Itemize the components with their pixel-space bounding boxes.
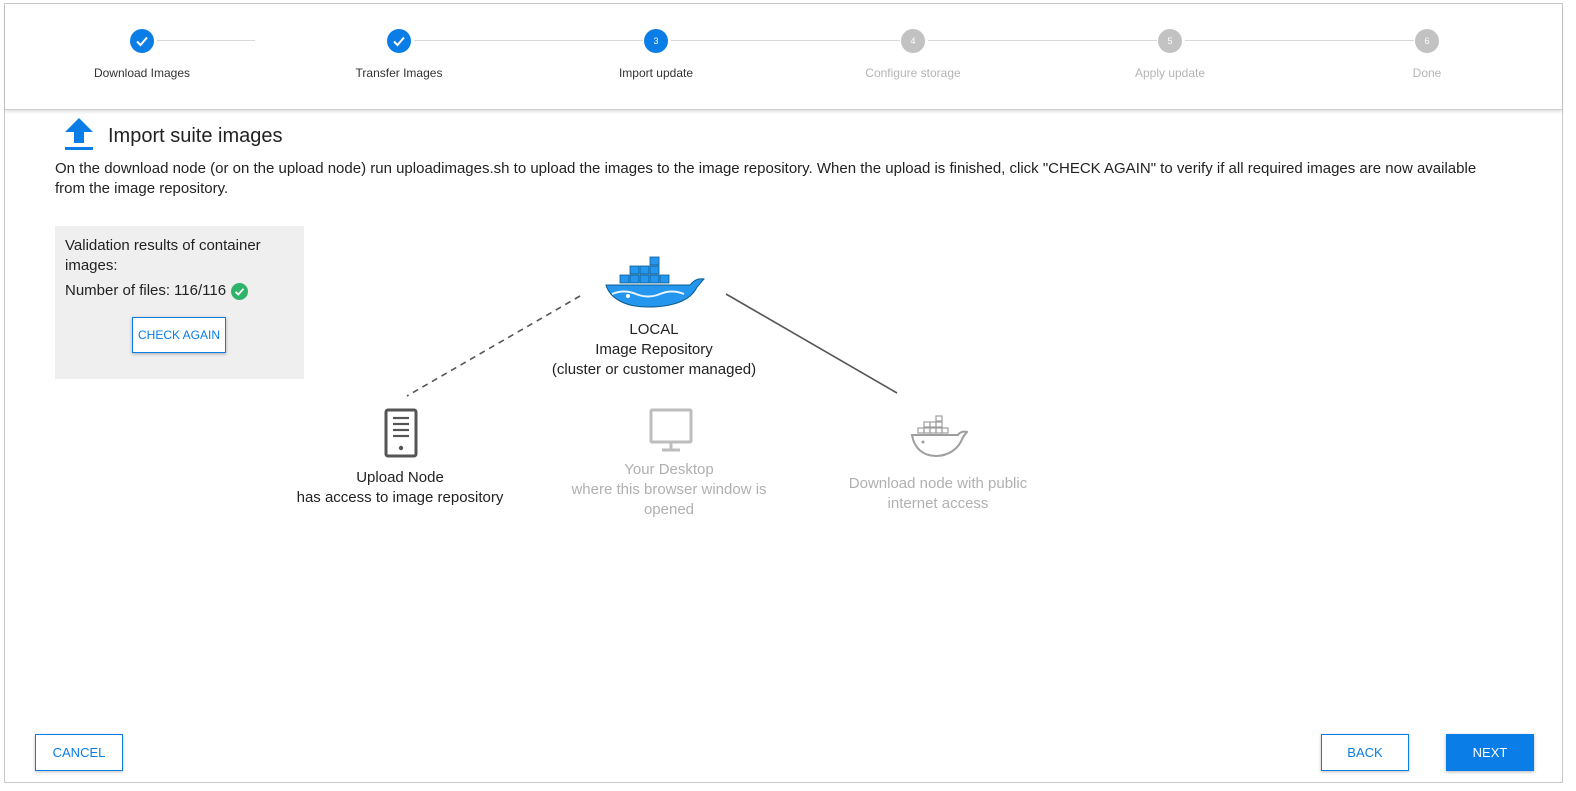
upload-node-line2: has access to image repository: [296, 489, 504, 506]
desktop-line2: where this browser window is: [571, 481, 767, 498]
desktop-label: Your Desktop where this browser window i…: [549, 460, 789, 520]
repository-label: LOCAL Image Repository (cluster or custo…: [534, 320, 774, 380]
docker-whale-icon: [910, 414, 969, 463]
desktop-line3: opened: [643, 501, 695, 518]
monitor-icon: [649, 408, 693, 457]
desktop-line1: Your Desktop: [624, 461, 714, 478]
back-button[interactable]: BACK: [1321, 734, 1409, 771]
download-node-line1: Download node with public: [848, 475, 1028, 492]
cancel-button[interactable]: CANCEL: [35, 734, 123, 771]
next-button[interactable]: NEXT: [1446, 734, 1534, 771]
download-node-line2: internet access: [887, 495, 989, 512]
repository-line2: Image Repository: [595, 341, 713, 358]
server-icon: [384, 408, 418, 463]
repository-line1: LOCAL: [629, 321, 679, 338]
download-node-label: Download node with public internet acces…: [823, 474, 1053, 514]
wizard-frame: Download Images Transfer Images 3 Import…: [4, 3, 1563, 783]
repository-line3: (cluster or customer managed): [551, 361, 757, 378]
upload-node-label: Upload Node has access to image reposito…: [275, 468, 525, 508]
upload-node-line1: Upload Node: [356, 469, 444, 486]
diagram-connectors: [406, 293, 898, 397]
docker-whale-icon: [604, 256, 706, 313]
